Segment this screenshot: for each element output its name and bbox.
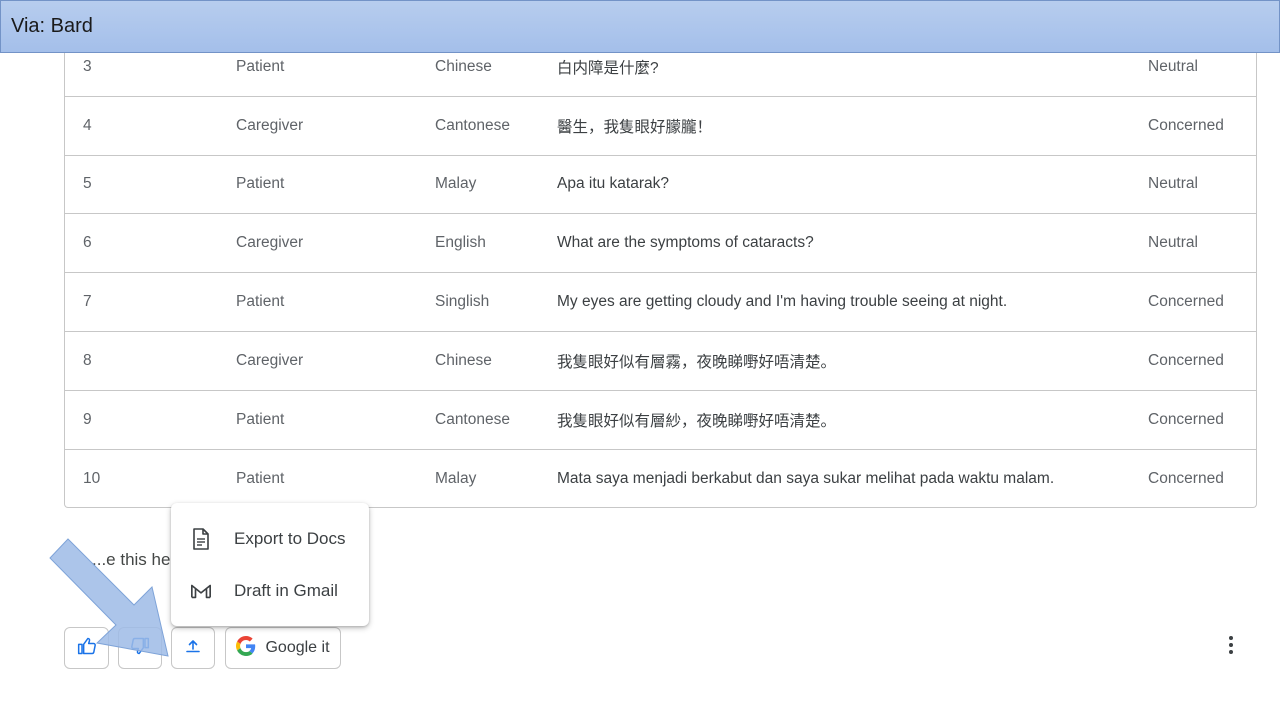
cell-id: 4 — [83, 116, 92, 134]
cell-text: 醫生，我隻眼好朦朧！ — [557, 118, 713, 136]
more-vertical-icon — [1229, 636, 1233, 640]
more-options-button[interactable] — [1221, 634, 1241, 656]
title-banner: Via: Bard — [0, 0, 1280, 53]
thumbs-down-icon — [130, 636, 150, 661]
cell-role: Patient — [236, 57, 285, 75]
gmail-icon — [190, 580, 212, 602]
cell-language: Chinese — [435, 57, 492, 75]
cell-sentiment: Concerned — [1148, 293, 1224, 311]
more-dot — [1229, 643, 1233, 647]
table-row: 9 Patient Cantonese 我隻眼好似有層紗，夜晚睇嘢好唔清楚。 C… — [65, 391, 1256, 450]
cell-sentiment: Concerned — [1148, 469, 1224, 487]
draft-in-gmail-label: Draft in Gmail — [234, 581, 338, 600]
google-it-label: Google it — [265, 639, 330, 656]
thumbs-up-button[interactable] — [64, 627, 109, 669]
thumbs-down-button[interactable] — [118, 627, 162, 669]
cell-role: Caregiver — [236, 116, 304, 134]
cell-role: Patient — [236, 175, 285, 193]
cell-sentiment: Neutral — [1148, 57, 1198, 75]
cell-sentiment: Neutral — [1148, 234, 1198, 252]
cell-role: Patient — [236, 410, 285, 428]
cell-id: 6 — [83, 234, 92, 252]
cell-id: 5 — [83, 175, 92, 193]
cell-id: 3 — [83, 57, 92, 75]
table-row: 5 Patient Malay Apa itu katarak? Neutral — [65, 156, 1256, 215]
table-row: 4 Caregiver Cantonese 醫生，我隻眼好朦朧！ Concern… — [65, 97, 1256, 156]
cell-id: 7 — [83, 293, 92, 311]
draft-in-gmail-item[interactable]: Draft in Gmail — [171, 565, 369, 617]
cell-language: Cantonese — [435, 116, 510, 134]
cell-role: Patient — [236, 469, 285, 487]
cell-sentiment: Neutral — [1148, 175, 1198, 193]
cell-id: 10 — [83, 469, 101, 487]
cell-language: Cantonese — [435, 410, 510, 428]
data-table: 3 Patient Chinese 白内障是什麼? Neutral 4 Care… — [64, 38, 1257, 508]
table-row: 10 Patient Malay Mata saya menjadi berka… — [65, 450, 1256, 507]
cell-id: 8 — [83, 351, 92, 369]
cell-role: Patient — [236, 293, 285, 311]
thumbs-up-icon — [77, 636, 97, 661]
google-g-icon — [236, 635, 256, 661]
cell-id: 9 — [83, 410, 92, 428]
share-export-icon — [185, 638, 201, 659]
cell-sentiment: Concerned — [1148, 116, 1224, 134]
cell-text: 我隻眼好似有層霧，夜晚睇嘢好唔清楚。 — [557, 353, 837, 371]
cell-text: Apa itu katarak? — [557, 175, 670, 193]
export-menu: Export to Docs Draft in Gmail — [171, 503, 369, 626]
table-row: 7 Patient Singlish My eyes are getting c… — [65, 273, 1256, 332]
share-export-button[interactable] — [171, 627, 215, 669]
cell-role: Caregiver — [236, 234, 304, 252]
table-row: 6 Caregiver English What are the symptom… — [65, 214, 1256, 274]
cell-language: Malay — [435, 469, 477, 487]
cell-text: What are the symptoms of cataracts? — [557, 234, 814, 252]
export-to-docs-label: Export to Docs — [234, 529, 346, 548]
table-row: 8 Caregiver Chinese 我隻眼好似有層霧，夜晚睇嘢好唔清楚。 C… — [65, 332, 1256, 391]
cell-language: Malay — [435, 175, 477, 193]
google-it-button[interactable]: Google it — [225, 627, 341, 669]
cell-sentiment: Concerned — [1148, 351, 1224, 369]
cell-language: Singlish — [435, 293, 490, 311]
cell-text: 白内障是什麼? — [557, 59, 659, 77]
cell-language: Chinese — [435, 351, 492, 369]
cell-sentiment: Concerned — [1148, 410, 1224, 428]
banner-title: Via: Bard — [11, 15, 93, 37]
cell-text: 我隻眼好似有層紗，夜晚睇嘢好唔清楚。 — [557, 412, 837, 430]
cell-role: Caregiver — [236, 351, 304, 369]
cell-language: English — [435, 234, 486, 252]
cell-text: My eyes are getting cloudy and I'm havin… — [557, 293, 1008, 311]
cell-text: Mata saya menjadi berkabut dan saya suka… — [557, 469, 1055, 487]
export-to-docs-item[interactable]: Export to Docs — [171, 513, 369, 565]
document-icon — [190, 528, 212, 550]
more-dot — [1229, 650, 1233, 654]
